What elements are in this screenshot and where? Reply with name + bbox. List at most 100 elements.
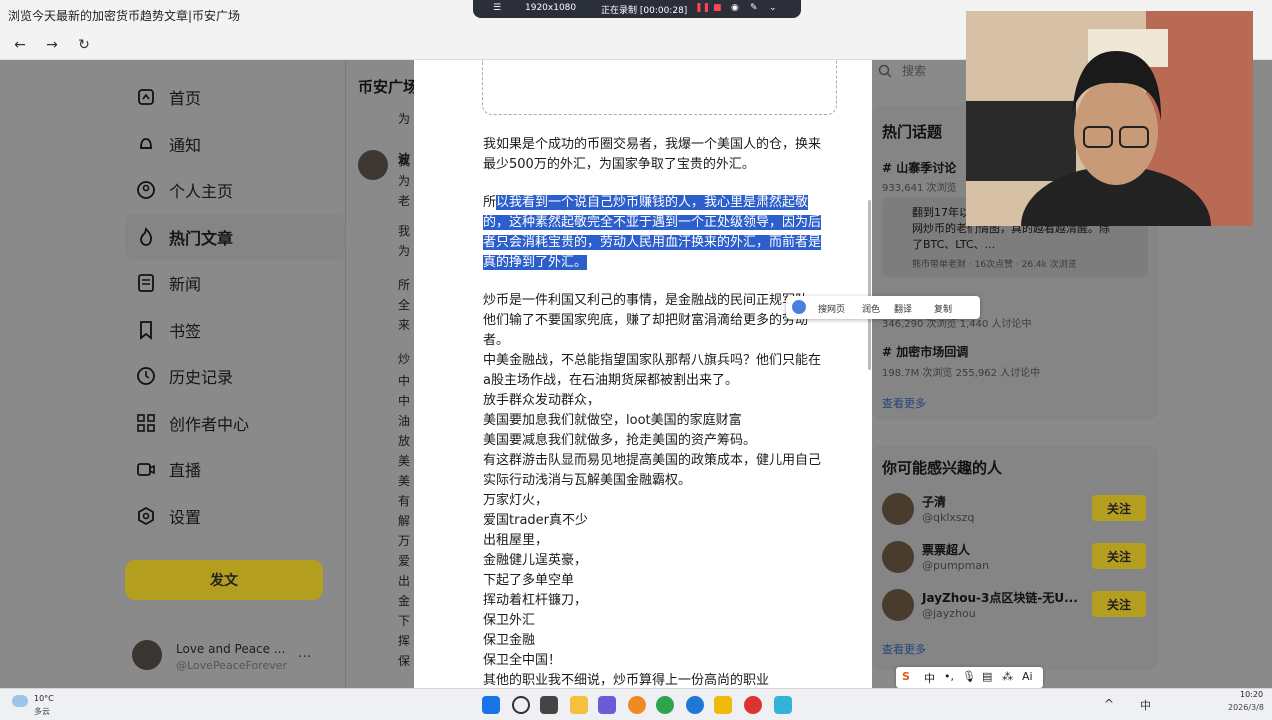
article-paragraph: 出租屋里，: [483, 533, 549, 548]
hot-topics-title: 热门话题: [882, 123, 943, 141]
recording-status: 正在录制 [00:00:28]: [601, 6, 688, 16]
start-icon[interactable]: [482, 696, 500, 714]
article-paragraph: 保卫外汇: [483, 613, 536, 628]
feed-text: 出: [398, 574, 411, 588]
taskbar: 10°C 多云 ^ 中 10:20 2026/3/8: [0, 688, 1272, 720]
sidebar-item-label: 个人主页: [169, 182, 234, 202]
person-item[interactable]: 票票超人 @pumpman 关注: [882, 541, 1152, 581]
feed-text: 放: [398, 434, 411, 448]
sidebar-item[interactable]: 个人主页: [125, 167, 345, 214]
sidebar: 首页 通知个人主页热门文章新闻 书签 历史记录 创作者中心 直播 设置: [125, 74, 345, 539]
person-item[interactable]: JayZhou-3点区块链-无U... @jayzhou 关注: [882, 589, 1152, 629]
menu-icon[interactable]: ☰: [493, 3, 501, 13]
ime-mode[interactable]: 中: [924, 670, 935, 686]
feed-text: 老: [398, 194, 411, 208]
see-more-link[interactable]: 查看更多: [882, 641, 926, 657]
webcam-image: [966, 11, 1253, 226]
pause-icon[interactable]: ❚❚: [695, 3, 710, 13]
punct-icon[interactable]: •,: [944, 670, 954, 683]
sidebar-item[interactable]: 直播: [125, 446, 345, 493]
feed-text: 挥: [398, 634, 411, 648]
feed-text: 为: [398, 112, 411, 126]
hot-post-meta: 熊市带单老财 · 16次点赞 · 26.4k 次浏览: [912, 260, 1077, 270]
sidebar-item[interactable]: 书签: [125, 307, 345, 354]
scrollbar[interactable]: [868, 200, 871, 370]
app-icon[interactable]: [598, 696, 616, 714]
camera-icon[interactable]: ◉: [731, 3, 739, 13]
post-button[interactable]: 发文: [125, 560, 323, 600]
binance-icon[interactable]: [714, 696, 732, 714]
person-handle: @pumpman: [922, 559, 990, 572]
sidebar-item[interactable]: 设置: [125, 493, 345, 540]
app-icon[interactable]: [774, 696, 792, 714]
keyboard-icon[interactable]: ▤: [982, 670, 992, 683]
article-paragraph: 有这群游击队显而易见地提高美国的政策成本，健儿用自己实际行动浅消与瓦解美国金融霸…: [483, 453, 822, 488]
stop-icon[interactable]: ■: [713, 3, 722, 13]
gear-icon: [135, 505, 157, 527]
copy-button[interactable]: 复制: [934, 302, 952, 315]
back-button[interactable]: ←: [10, 35, 30, 55]
forward-button[interactable]: →: [42, 35, 62, 55]
ime-ai[interactable]: Ai: [1022, 670, 1033, 683]
search-web-button[interactable]: 搜网页: [818, 302, 845, 315]
profile-card[interactable]: Love and Peace ... @LovePeaceForever ...: [132, 640, 332, 674]
ai-assistant-icon[interactable]: [792, 300, 806, 314]
see-more-link[interactable]: 查看更多: [882, 395, 926, 411]
feed-text: 为: [398, 174, 411, 188]
article-paragraph: 保卫全中国！: [483, 653, 562, 668]
skin-icon[interactable]: ⁂: [1002, 670, 1013, 683]
chevron-up-icon[interactable]: ^: [1104, 697, 1114, 711]
topic-item[interactable]: # 山寨季讨论: [882, 159, 956, 176]
sidebar-item[interactable]: 创作者中心: [125, 400, 345, 447]
profile-name: Love and Peace ...: [176, 642, 286, 656]
app-icon[interactable]: [628, 696, 646, 714]
translate-button[interactable]: 翻译: [894, 302, 912, 315]
pen-icon[interactable]: ✎: [750, 3, 758, 13]
topic-item[interactable]: # 加密市场回调: [882, 343, 968, 360]
sidebar-item[interactable]: 历史记录: [125, 353, 345, 400]
mic-icon[interactable]: 🎙: [962, 670, 976, 683]
person-handle: @jayzhou: [922, 607, 976, 620]
topic-meta: 198.7M 次浏览 255,962 人讨论中: [882, 368, 1041, 379]
follow-button[interactable]: 关注: [1092, 591, 1146, 617]
sidebar-item[interactable]: 首页: [125, 74, 345, 121]
person-name: 票票超人: [922, 543, 971, 557]
article-paragraph: 我如果是个成功的币圈交易者，我爆一个美国人的仓，换来最少500万的外汇，为国家争…: [483, 137, 822, 172]
weather-icon: [12, 695, 28, 707]
sidebar-item[interactable]: 通知: [125, 121, 345, 168]
avatar: [358, 150, 388, 180]
polish-button[interactable]: 润色: [862, 302, 880, 315]
bell-icon: [135, 133, 157, 155]
flame-icon: [135, 226, 157, 248]
article-modal: 我如果是个成功的币圈交易者，我爆一个美国人的仓，换来最少500万的外汇，为国家争…: [414, 60, 872, 688]
task-view-icon[interactable]: [540, 696, 558, 714]
collapse-icon[interactable]: ⌄: [769, 3, 777, 13]
sogou-icon[interactable]: S: [902, 670, 910, 683]
ime-toolbar: S 中 •, 🎙 ▤ ⁂ Ai: [896, 667, 1043, 688]
follow-button[interactable]: 关注: [1092, 543, 1146, 569]
follow-button[interactable]: 关注: [1092, 495, 1146, 521]
sidebar-item[interactable]: 热门文章: [125, 213, 345, 260]
article-paragraph: 美国要加息我们就做空，loot美国的家庭财富: [483, 413, 742, 428]
sidebar-item[interactable]: 新闻: [125, 260, 345, 307]
feed-text: 万: [398, 534, 411, 548]
home-icon: [135, 86, 157, 108]
feed-text: 有: [398, 494, 411, 508]
edge-icon[interactable]: [686, 696, 704, 714]
feed-text: 爱: [398, 554, 411, 568]
person-handle: @qklxszq: [922, 511, 975, 524]
explorer-icon[interactable]: [570, 696, 588, 714]
text-selection[interactable]: 以我看到一个说自己炒币赚钱的人，我心里是肃然起敬的，这种素然起敬完全不亚于遇到一…: [483, 195, 822, 270]
person-item[interactable]: 子清 @qklxszq 关注: [882, 493, 1152, 533]
chrome-icon[interactable]: [656, 696, 674, 714]
article-paragraph: 万家灯火，: [483, 493, 549, 508]
refresh-button[interactable]: ↻: [74, 35, 94, 55]
avatar: [882, 493, 914, 525]
search-icon[interactable]: [512, 696, 530, 714]
ime-lang[interactable]: 中: [1140, 697, 1151, 713]
recorder-icon[interactable]: [744, 696, 762, 714]
sidebar-item-label: 热门文章: [169, 228, 234, 248]
more-icon[interactable]: ...: [298, 645, 311, 661]
article-paragraph-highlighted[interactable]: 所以我看到一个说自己炒币赚钱的人，我心里是肃然起敬的，这种素然起敬完全不亚于遇到…: [483, 193, 827, 273]
weather-desc: 多云: [34, 707, 50, 716]
